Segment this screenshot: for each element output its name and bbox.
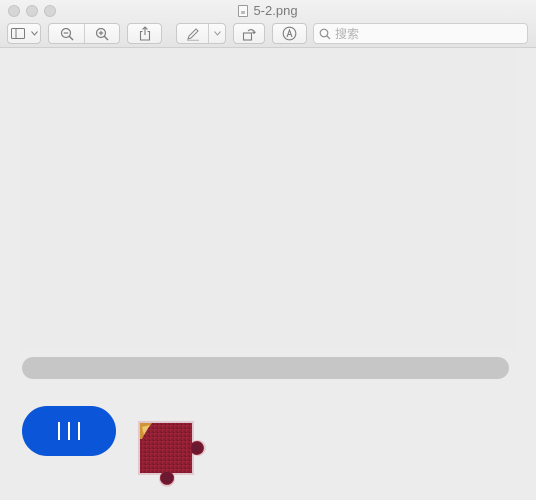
search-input[interactable] [335,26,515,41]
captcha-puzzle-piece[interactable] [134,417,208,491]
zoom-out-icon[interactable] [49,24,84,43]
share-button[interactable] [127,23,162,44]
sidebar-icon[interactable] [8,24,28,43]
grip-line [78,422,80,440]
grip-line [68,422,70,440]
markup-pen-icon[interactable] [177,24,208,43]
png-file-icon [238,5,249,17]
search-icon [319,28,331,39]
window-titlebar: 5-2.png [0,0,536,48]
window-title: 5-2.png [253,3,298,18]
zoom-controls [48,23,120,44]
sidebar-view-button[interactable] [7,23,41,44]
grip-line [58,422,60,440]
captcha-slider-track [22,357,509,379]
annotate-button[interactable] [272,23,307,44]
share-icon [139,26,150,41]
search-field[interactable] [313,23,528,44]
rotate-icon [242,28,256,41]
rotate-button[interactable] [233,23,265,44]
zoom-in-icon[interactable] [84,24,119,43]
markup-button[interactable] [176,23,226,44]
markup-chevron-down-icon[interactable] [208,24,225,43]
captcha-slider-handle[interactable] [22,406,116,456]
captcha-image-area [20,49,516,349]
image-content [0,49,536,500]
chevron-down-icon[interactable] [28,24,40,43]
annotate-icon [282,26,297,41]
window-title-area: 5-2.png [0,2,536,20]
